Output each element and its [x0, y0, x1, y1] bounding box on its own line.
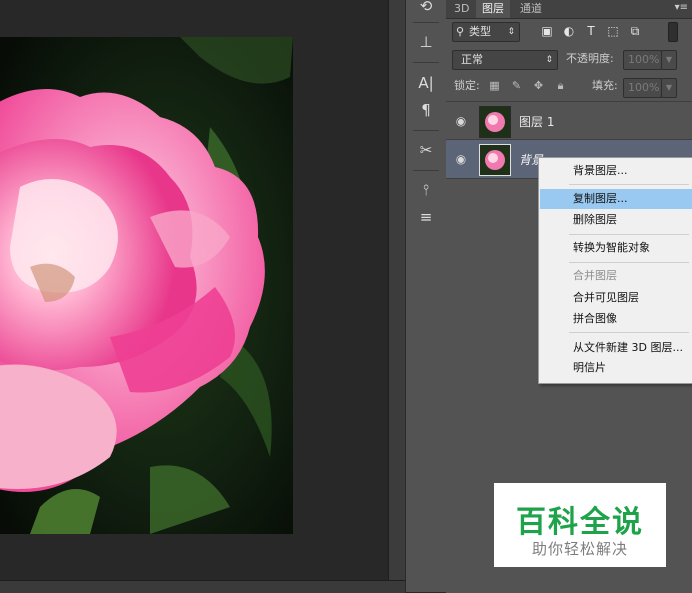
panel-menu-icon[interactable]: ▾≡	[675, 2, 688, 13]
tab-channels[interactable]: 通道	[514, 0, 548, 18]
menu-item-merge-visible[interactable]: 合并可见图层	[540, 288, 692, 308]
watermark-title: 百科全说	[516, 505, 644, 540]
opacity-dropdown[interactable]: ▼	[661, 50, 677, 70]
tab-3d[interactable]: 3D	[448, 0, 475, 18]
eye-icon[interactable]: ◉	[454, 114, 468, 128]
filter-kind-label: 类型	[469, 25, 491, 38]
lock-paint-icon[interactable]: ✎	[510, 79, 523, 92]
lock-position-icon[interactable]: ✥	[532, 79, 545, 92]
fill-value: 100%	[628, 81, 660, 94]
menu-item-background-layer[interactable]: 背景图层...	[540, 161, 692, 181]
brush-presets-icon[interactable]: ⫯	[416, 180, 436, 200]
history-icon[interactable]: ⟲	[416, 0, 436, 16]
menu-item-delete-layer[interactable]: 删除图层	[540, 210, 692, 230]
blend-mode-select[interactable]: 正常 ⇕	[452, 50, 558, 70]
opacity-value: 100%	[628, 53, 660, 66]
paragraph-icon[interactable]: ¶	[416, 100, 436, 120]
tool-presets-icon[interactable]: ✂	[416, 140, 436, 160]
menu-separator	[569, 234, 689, 235]
smart-object-filter-icon[interactable]: ⧉	[628, 24, 642, 38]
lock-icon[interactable]: 🔒︎	[554, 79, 567, 92]
fill-label: 填充:	[592, 79, 618, 92]
filter-kind-select[interactable]: ⚲ 类型 ⇕	[452, 22, 520, 42]
menu-item-duplicate-layer[interactable]: 复制图层...	[540, 189, 692, 209]
menu-item-merge-layers: 合并图层	[573, 269, 617, 282]
menu-item-postcard[interactable]: 明信片	[540, 358, 692, 378]
tool-divider	[413, 170, 439, 171]
fill-field[interactable]: 100%	[623, 78, 662, 98]
blend-mode-value: 正常	[461, 53, 483, 66]
watermark-subtitle: 助你轻松解决	[531, 540, 628, 558]
layer-row-layer1[interactable]: ◉ 图层 1	[446, 101, 692, 140]
menu-separator	[569, 262, 689, 263]
eye-icon[interactable]: ◉	[454, 152, 468, 166]
opacity-field[interactable]: 100%	[623, 50, 662, 70]
lock-transparent-icon[interactable]: ▦	[488, 79, 501, 92]
layer-name[interactable]: 图层 1	[519, 113, 554, 130]
layer-context-menu: 背景图层... 复制图层... 删除图层 转换为智能对象 合并图层 合并可见图层…	[538, 157, 692, 384]
opacity-label: 不透明度:	[566, 52, 614, 65]
tab-layers[interactable]: 图层	[476, 0, 510, 18]
chevron-updown-icon: ⇕	[507, 27, 515, 37]
search-icon: ⚲	[456, 25, 465, 38]
tool-divider	[413, 130, 439, 131]
watermark: 百科全说 助你轻松解决	[494, 483, 666, 567]
image-filter-icon[interactable]: ▣	[540, 24, 554, 38]
menu-item-new-3d-layer-from-file[interactable]: 从文件新建 3D 图层...	[540, 338, 692, 358]
character-icon[interactable]: A|	[416, 73, 436, 93]
clone-source-icon[interactable]: ⊥	[416, 32, 436, 52]
lock-label: 锁定:	[454, 79, 480, 92]
menu-item-flatten-image[interactable]: 拼合图像	[540, 309, 692, 329]
rose-photo	[0, 37, 293, 534]
layer-thumbnail	[479, 144, 511, 176]
fill-dropdown[interactable]: ▼	[661, 78, 677, 98]
menu-item-convert-to-smart-object[interactable]: 转换为智能对象	[540, 238, 692, 258]
shape-filter-icon[interactable]: ⬚	[606, 24, 620, 38]
chevron-updown-icon: ⇕	[545, 55, 553, 65]
type-filter-icon[interactable]: T	[584, 24, 598, 38]
adjustment-filter-icon[interactable]: ◐	[562, 24, 576, 38]
menu-separator	[569, 184, 689, 185]
tool-divider	[413, 22, 439, 23]
layer-thumbnail	[479, 106, 511, 138]
panel-tab-bar: 3D 图层 通道 ▾≡	[446, 0, 692, 19]
panel-icon-strip: ⟲ ⊥ A| ¶ ✂ ⫯ ≡	[405, 0, 447, 592]
tool-divider	[413, 62, 439, 63]
filter-toggle[interactable]	[668, 22, 678, 42]
brush-settings-icon[interactable]: ≡	[416, 207, 436, 227]
horizontal-scrollbar[interactable]	[0, 580, 405, 593]
menu-separator	[569, 332, 689, 333]
vertical-scrollbar[interactable]	[388, 0, 406, 580]
